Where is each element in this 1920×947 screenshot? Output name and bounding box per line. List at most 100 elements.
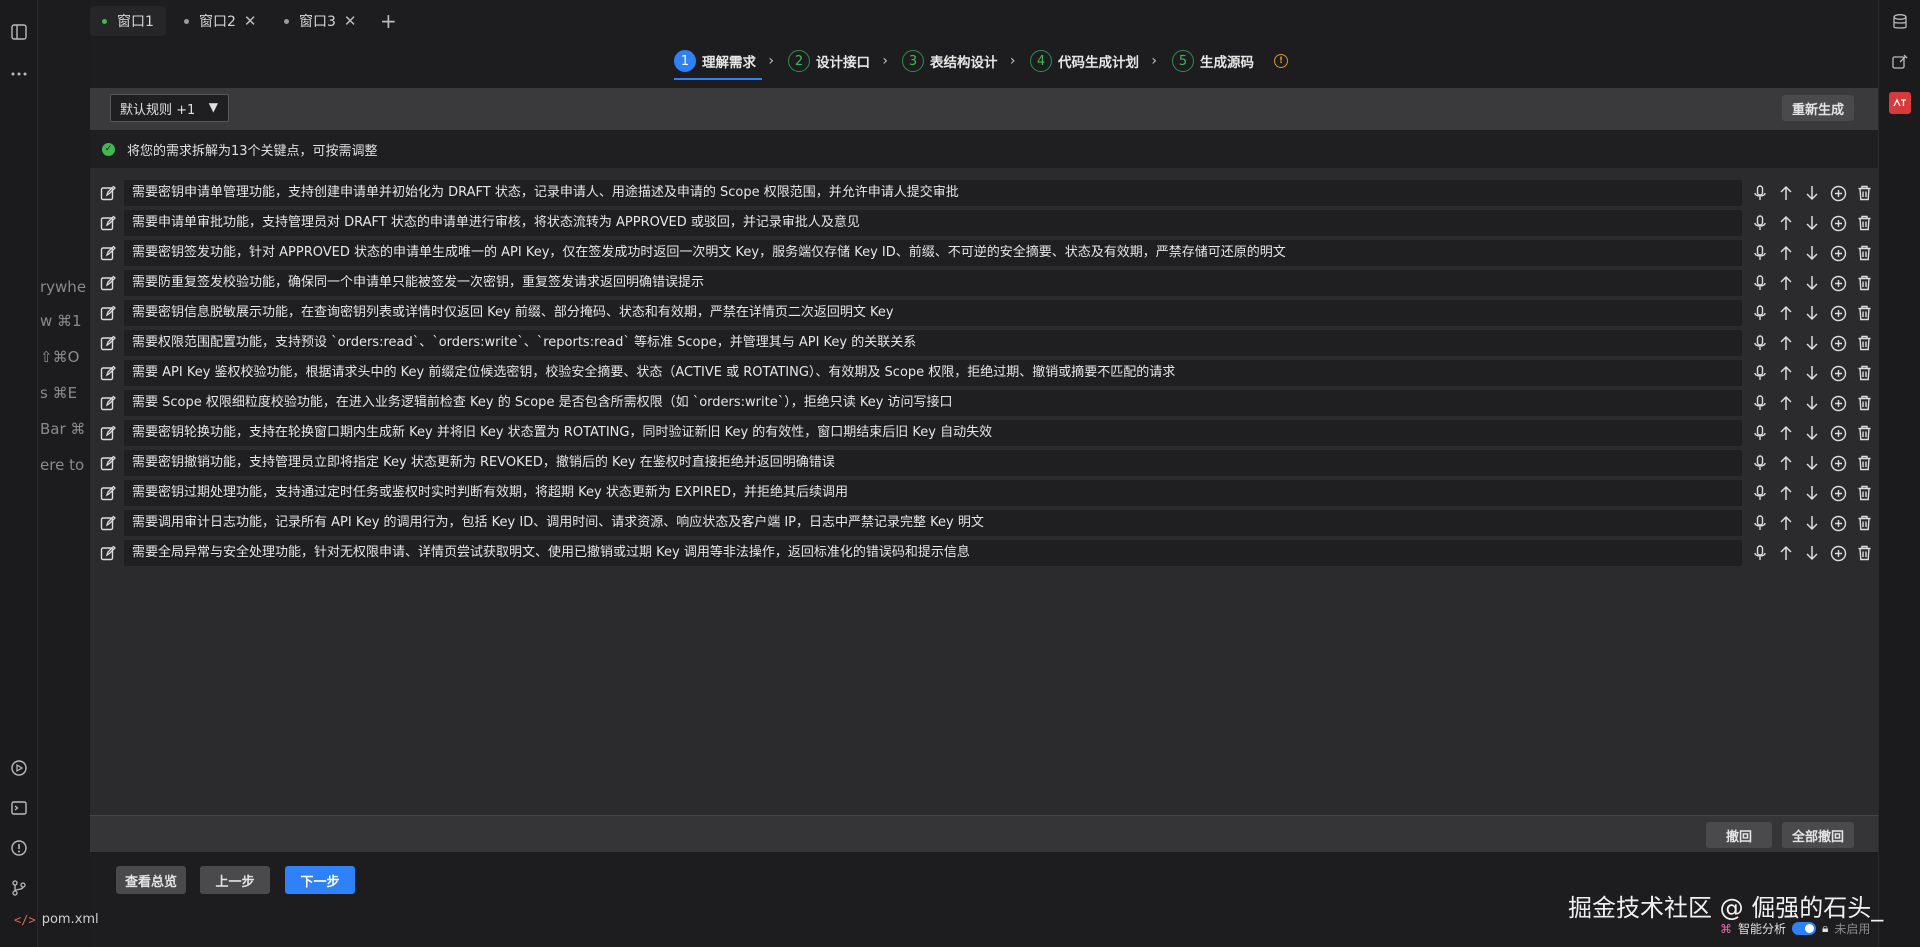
add-circle-icon[interactable] [1828,303,1848,323]
microphone-icon[interactable] [1750,453,1770,473]
requirement-text[interactable]: 需要防重复签发校验功能，确保同一个申请单只能被签发一次密钥，重复签发请求返回明确… [124,270,1742,296]
requirement-text[interactable]: 需要密钥申请单管理功能，支持创建申请单并初始化为 DRAFT 状态，记录申请人、… [124,180,1742,206]
run-icon[interactable] [9,758,29,778]
arrow-down-icon[interactable] [1802,183,1822,203]
step-generate-source[interactable]: 5 生成源码 [1172,48,1254,74]
edit-icon[interactable] [100,395,116,411]
warning-icon[interactable]: ! [1274,54,1288,68]
arrow-up-icon[interactable] [1776,183,1796,203]
edit-icon[interactable] [100,305,116,321]
undo-all-button[interactable]: 全部撤回 [1782,822,1854,848]
edit-icon[interactable] [100,215,116,231]
add-circle-icon[interactable] [1828,453,1848,473]
arrow-down-icon[interactable] [1802,303,1822,323]
arrow-up-icon[interactable] [1776,363,1796,383]
arrow-down-icon[interactable] [1802,513,1822,533]
add-tab-icon[interactable]: + [380,6,397,36]
arrow-up-icon[interactable] [1776,513,1796,533]
arrow-down-icon[interactable] [1802,363,1822,383]
arrow-up-icon[interactable] [1776,303,1796,323]
next-step-button[interactable]: 下一步 [285,866,355,894]
trash-icon[interactable] [1854,543,1874,563]
arrow-up-icon[interactable] [1776,273,1796,293]
trash-icon[interactable] [1854,393,1874,413]
terminal-icon[interactable] [9,798,29,818]
undo-button[interactable]: 撤回 [1706,822,1772,848]
step-understand[interactable]: 1 理解需求 › [674,48,774,74]
arrow-up-icon[interactable] [1776,243,1796,263]
tab-window-3[interactable]: 窗口3 ✕ [284,6,357,36]
edit-icon[interactable] [100,425,116,441]
edit-icon[interactable] [100,515,116,531]
requirement-text[interactable]: 需要密钥撤销功能，支持管理员立即将指定 Key 状态更新为 REVOKED，撤销… [124,450,1742,476]
previous-step-button[interactable]: 上一步 [200,866,270,894]
microphone-icon[interactable] [1750,543,1770,563]
add-circle-icon[interactable] [1828,513,1848,533]
close-icon[interactable]: ✕ [344,12,357,30]
microphone-icon[interactable] [1750,363,1770,383]
requirement-text[interactable]: 需要 Scope 权限细粒度校验功能，在进入业务逻辑前检查 Key 的 Scop… [124,390,1742,416]
add-circle-icon[interactable] [1828,423,1848,443]
add-circle-icon[interactable] [1828,333,1848,353]
microphone-icon[interactable] [1750,243,1770,263]
open-file-indicator[interactable]: </> pom.xml [14,912,99,927]
edit-icon[interactable] [100,185,116,201]
requirement-text[interactable]: 需要密钥签发功能，针对 APPROVED 状态的申请单生成唯一的 API Key… [124,240,1742,266]
add-circle-icon[interactable] [1828,213,1848,233]
tab-window-1[interactable]: 窗口1 [90,6,166,36]
requirement-text[interactable]: 需要申请单审批功能，支持管理员对 DRAFT 状态的申请单进行审核，将状态流转为… [124,210,1742,236]
add-circle-icon[interactable] [1828,543,1848,563]
close-icon[interactable]: ✕ [244,12,257,30]
trash-icon[interactable] [1854,483,1874,503]
add-circle-icon[interactable] [1828,393,1848,413]
smart-analysis-toggle[interactable] [1792,922,1817,935]
edit-icon[interactable] [100,245,116,261]
database-icon[interactable] [1890,12,1910,32]
requirement-text[interactable]: 需要密钥轮换功能，支持在轮换窗口期内生成新 Key 并将旧 Key 状态置为 R… [124,420,1742,446]
arrow-down-icon[interactable] [1802,333,1822,353]
microphone-icon[interactable] [1750,273,1770,293]
arrow-down-icon[interactable] [1802,453,1822,473]
requirement-text[interactable]: 需要 API Key 鉴权校验功能，根据请求头中的 Key 前缀定位候选密钥，校… [124,360,1742,386]
regenerate-button[interactable]: 重新生成 [1782,95,1854,121]
git-branch-icon[interactable] [9,878,29,898]
edit-icon[interactable] [100,275,116,291]
add-circle-icon[interactable] [1828,273,1848,293]
add-circle-icon[interactable] [1828,183,1848,203]
trash-icon[interactable] [1854,303,1874,323]
microphone-icon[interactable] [1750,423,1770,443]
microphone-icon[interactable] [1750,303,1770,323]
edit-icon[interactable] [100,455,116,471]
trash-icon[interactable] [1854,333,1874,353]
panel-layout-icon[interactable] [9,22,29,42]
rule-select[interactable]: 默认规则 +1 ▼ [110,94,229,122]
arrow-down-icon[interactable] [1802,243,1822,263]
arrow-up-icon[interactable] [1776,483,1796,503]
arrow-up-icon[interactable] [1776,393,1796,413]
edit-icon[interactable] [100,545,116,561]
microphone-icon[interactable] [1750,213,1770,233]
edit-icon[interactable] [100,335,116,351]
arrow-up-icon[interactable] [1776,333,1796,353]
problems-icon[interactable] [9,838,29,858]
step-table-design[interactable]: 3 表结构设计 › [902,48,1016,74]
tab-window-2[interactable]: 窗口2 ✕ [184,6,257,36]
step-codegen-plan[interactable]: 4 代码生成计划 › [1030,48,1157,74]
trash-icon[interactable] [1854,363,1874,383]
arrow-down-icon[interactable] [1802,483,1822,503]
trash-icon[interactable] [1854,513,1874,533]
add-circle-icon[interactable] [1828,243,1848,263]
microphone-icon[interactable] [1750,183,1770,203]
arrow-down-icon[interactable] [1802,393,1822,413]
arrow-up-icon[interactable] [1776,423,1796,443]
requirement-text[interactable]: 需要全局异常与安全处理功能，针对无权限申请、详情页尝试获取明文、使用已撤销或过期… [124,540,1742,566]
arrow-down-icon[interactable] [1802,273,1822,293]
add-circle-icon[interactable] [1828,483,1848,503]
trash-icon[interactable] [1854,213,1874,233]
trash-icon[interactable] [1854,243,1874,263]
requirement-text[interactable]: 需要调用审计日志功能，记录所有 API Key 的调用行为，包括 Key ID、… [124,510,1742,536]
arrow-down-icon[interactable] [1802,423,1822,443]
requirement-text[interactable]: 需要密钥信息脱敏展示功能，在查询密钥列表或详情时仅返回 Key 前缀、部分掩码、… [124,300,1742,326]
requirement-text[interactable]: 需要权限范围配置功能，支持预设 `orders:read`、`orders:wr… [124,330,1742,356]
arrow-up-icon[interactable] [1776,213,1796,233]
